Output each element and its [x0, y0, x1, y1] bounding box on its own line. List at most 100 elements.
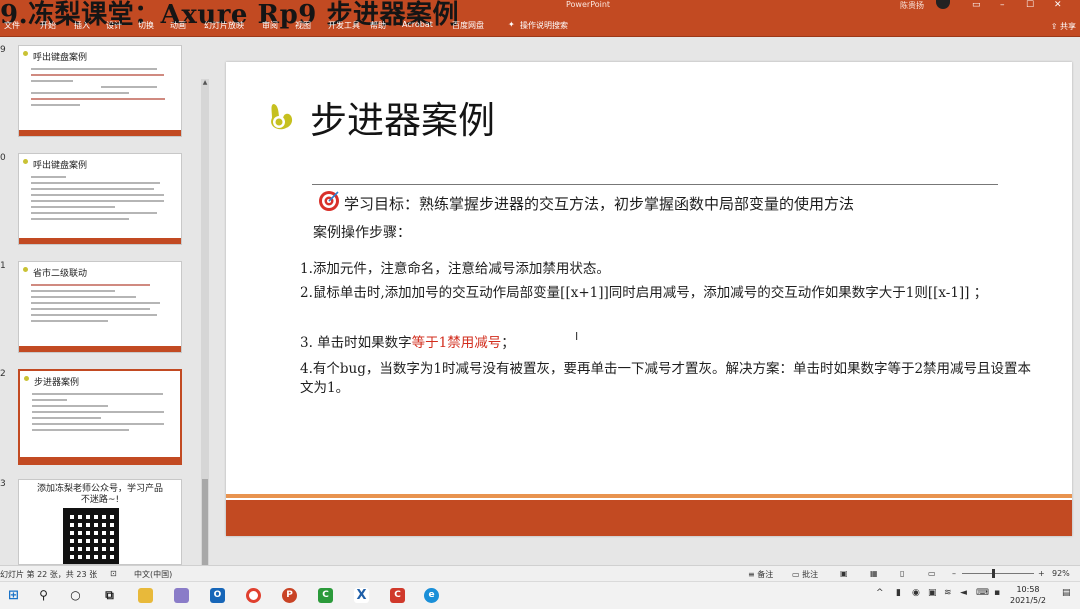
keyboard-icon[interactable]: ⌨	[976, 588, 989, 598]
tab-design[interactable]: 设计	[106, 20, 122, 31]
user-name[interactable]: 陈贵扬	[900, 0, 924, 11]
camtasia-icon[interactable]: C	[318, 588, 333, 603]
outlook-icon[interactable]: O	[210, 588, 225, 603]
tab-transitions[interactable]: 切换	[138, 20, 154, 31]
slideshow-icon[interactable]: ▭	[928, 569, 936, 578]
slide-thumbnail-selected[interactable]: 步进器案例	[18, 369, 182, 465]
slide-sorter-icon[interactable]: ▦	[870, 569, 878, 578]
search-icon[interactable]: ⚲	[36, 588, 51, 603]
divider	[312, 184, 998, 185]
slide-thumbnail[interactable]: 呼出键盘案例	[18, 45, 182, 137]
thumbnail-title: 呼出键盘案例	[33, 53, 88, 63]
step-3-highlight: 等于1禁用减号	[411, 335, 502, 351]
maximize-icon[interactable]: ☐	[1026, 0, 1034, 10]
slide-canvas[interactable]: 步进器案例 学习目标：熟练掌握步进器的交互方法，初步掌握函数中局部变量的使用方法…	[226, 62, 1072, 536]
bullet-icon	[24, 376, 29, 381]
thumbnail-title: 省市二级联动	[33, 269, 88, 279]
tell-me-search[interactable]: 操作说明搜索	[520, 20, 568, 31]
step-1: 1.添加元件，注意命名，注意给减号添加禁用状态。	[300, 261, 610, 277]
tab-insert[interactable]: 插入	[74, 20, 90, 31]
zoom-slider[interactable]	[962, 573, 1034, 574]
app-icon[interactable]	[174, 588, 189, 603]
step-3-suffix: ；	[501, 335, 515, 351]
thumbnail-footer	[19, 238, 181, 244]
lightbulb-icon: ✦	[508, 20, 515, 29]
thumbnail-scrollbar[interactable]: ▲ ▼	[201, 79, 209, 601]
comments-button[interactable]: ▭ 批注	[792, 569, 818, 580]
slide-thumbnail[interactable]: 省市二级联动	[18, 261, 182, 353]
zoom-in-icon[interactable]: +	[1038, 569, 1045, 578]
reading-view-icon[interactable]: ▯	[900, 569, 904, 578]
rabbit-logo-icon	[271, 104, 293, 130]
thumbnail-number: 0	[0, 153, 6, 163]
zoom-slider-knob[interactable]	[992, 569, 995, 578]
scroll-up-icon[interactable]: ▲	[201, 79, 209, 86]
tab-slideshow[interactable]: 幻灯片放映	[204, 20, 244, 31]
tray-app-icon[interactable]: ▣	[928, 588, 937, 598]
ribbon-display-icon[interactable]: ▭	[972, 0, 981, 10]
tab-developer[interactable]: 开发工具	[328, 20, 360, 31]
powerpoint-icon[interactable]: P	[282, 588, 297, 603]
steps-heading: 案例操作步骤：	[313, 225, 411, 241]
share-icon: ⇪	[1050, 22, 1060, 31]
tab-file[interactable]: 文件	[4, 20, 20, 31]
tab-acrobat[interactable]: Acrobat	[402, 20, 433, 29]
cortana-icon[interactable]: ○	[68, 588, 83, 603]
tab-baidu-pan[interactable]: 百度网盘	[452, 20, 484, 31]
tab-help[interactable]: 帮助	[370, 20, 386, 31]
avatar[interactable]	[936, 0, 950, 9]
thumbnail-number: 3	[0, 479, 6, 489]
step-3: 3. 单击时如果数字等于1禁用减号；	[300, 331, 515, 351]
taskbar: ⊞ ⚲ ○ ⧉ O P C X C e ^ ▮ ◉ ▣ ≋ ◄ ⌨ ▪ 10:5…	[0, 581, 1080, 609]
notes-button[interactable]: ≡ 备注	[748, 569, 773, 580]
task-view-icon[interactable]: ⧉	[102, 588, 117, 603]
status-bar: 幻灯片 第 22 张，共 23 张 ⊡ 中文(中国) ≡ 备注 ▭ 批注 ▣ ▦…	[0, 565, 1080, 581]
wifi-icon[interactable]: ≋	[944, 588, 952, 598]
thumbnail-number: 1	[0, 261, 6, 271]
windows-start-icon[interactable]: ⊞	[6, 588, 21, 603]
clock[interactable]: 10:58 2021/5/2	[1010, 584, 1046, 606]
step-4: 4.有个bug，当数字为1时减号没有被置灰，要再单击一下减号才置灰。解决方案：单…	[300, 361, 1032, 396]
close-icon[interactable]: ✕	[1054, 0, 1062, 10]
tab-view[interactable]: 视图	[295, 20, 311, 31]
slide-counter: 幻灯片 第 22 张，共 23 张	[0, 570, 98, 579]
edge-icon[interactable]: e	[424, 588, 439, 603]
tray-chevron-icon[interactable]: ^	[876, 588, 884, 598]
slide-thumbnail[interactable]: 添加冻梨老师公众号，学习产品不迷路~!	[18, 479, 182, 565]
accessibility-icon[interactable]: ⊡	[110, 569, 117, 578]
language-indicator[interactable]: 中文(中国)	[134, 569, 172, 580]
slide-thumbnail[interactable]: 呼出键盘案例	[18, 153, 182, 245]
minimize-icon[interactable]: –	[1000, 0, 1005, 10]
learning-goal: 学习目标：熟练掌握步进器的交互方法，初步掌握函数中局部变量的使用方法	[344, 195, 855, 213]
file-explorer-icon[interactable]	[138, 588, 153, 603]
tab-review[interactable]: 审阅	[262, 20, 278, 31]
wechat-icon[interactable]: ◉	[912, 588, 920, 598]
ribbon-tabs: 文件 开始 插入 设计 切换 动画 幻灯片放映 审阅 视图 开发工具 帮助 Ac…	[0, 20, 1080, 34]
footer-accent-line	[226, 494, 1072, 498]
slide-footer-bar	[226, 500, 1072, 536]
clock-date: 2021/5/2	[1010, 596, 1046, 605]
thumbnail-text-lines	[32, 393, 170, 435]
qr-code-icon	[63, 508, 119, 564]
tab-home[interactable]: 开始	[40, 20, 56, 31]
zoom-level[interactable]: 92%	[1052, 569, 1070, 578]
tray-app-icon[interactable]: ▮	[896, 588, 901, 598]
share-button[interactable]: ⇪ 共享	[1051, 21, 1076, 32]
chrome-icon[interactable]	[246, 588, 261, 603]
ribbon: 9.冻梨课堂：Axure Rp9 步进器案例 PowerPoint 陈贵扬 ▭ …	[0, 0, 1080, 36]
bullet-icon	[23, 159, 28, 164]
step-3-prefix: 3. 单击时如果数字	[300, 335, 412, 351]
volume-icon[interactable]: ◄	[960, 588, 967, 598]
zoom-out-icon[interactable]: –	[952, 569, 956, 578]
normal-view-icon[interactable]: ▣	[840, 569, 848, 578]
thumbnail-title: 添加冻梨老师公众号，学习产品不迷路~!	[36, 484, 163, 505]
bullet-icon	[23, 51, 28, 56]
notifications-icon[interactable]: ▤	[1062, 588, 1071, 598]
app-red-icon[interactable]: C	[390, 588, 405, 603]
target-icon	[319, 191, 339, 211]
xmind-icon[interactable]: X	[354, 588, 369, 603]
bullet-icon	[23, 267, 28, 272]
tab-animations[interactable]: 动画	[170, 20, 186, 31]
tray-app-icon[interactable]: ▪	[994, 588, 1000, 598]
thumbnail-text-lines	[31, 68, 171, 110]
